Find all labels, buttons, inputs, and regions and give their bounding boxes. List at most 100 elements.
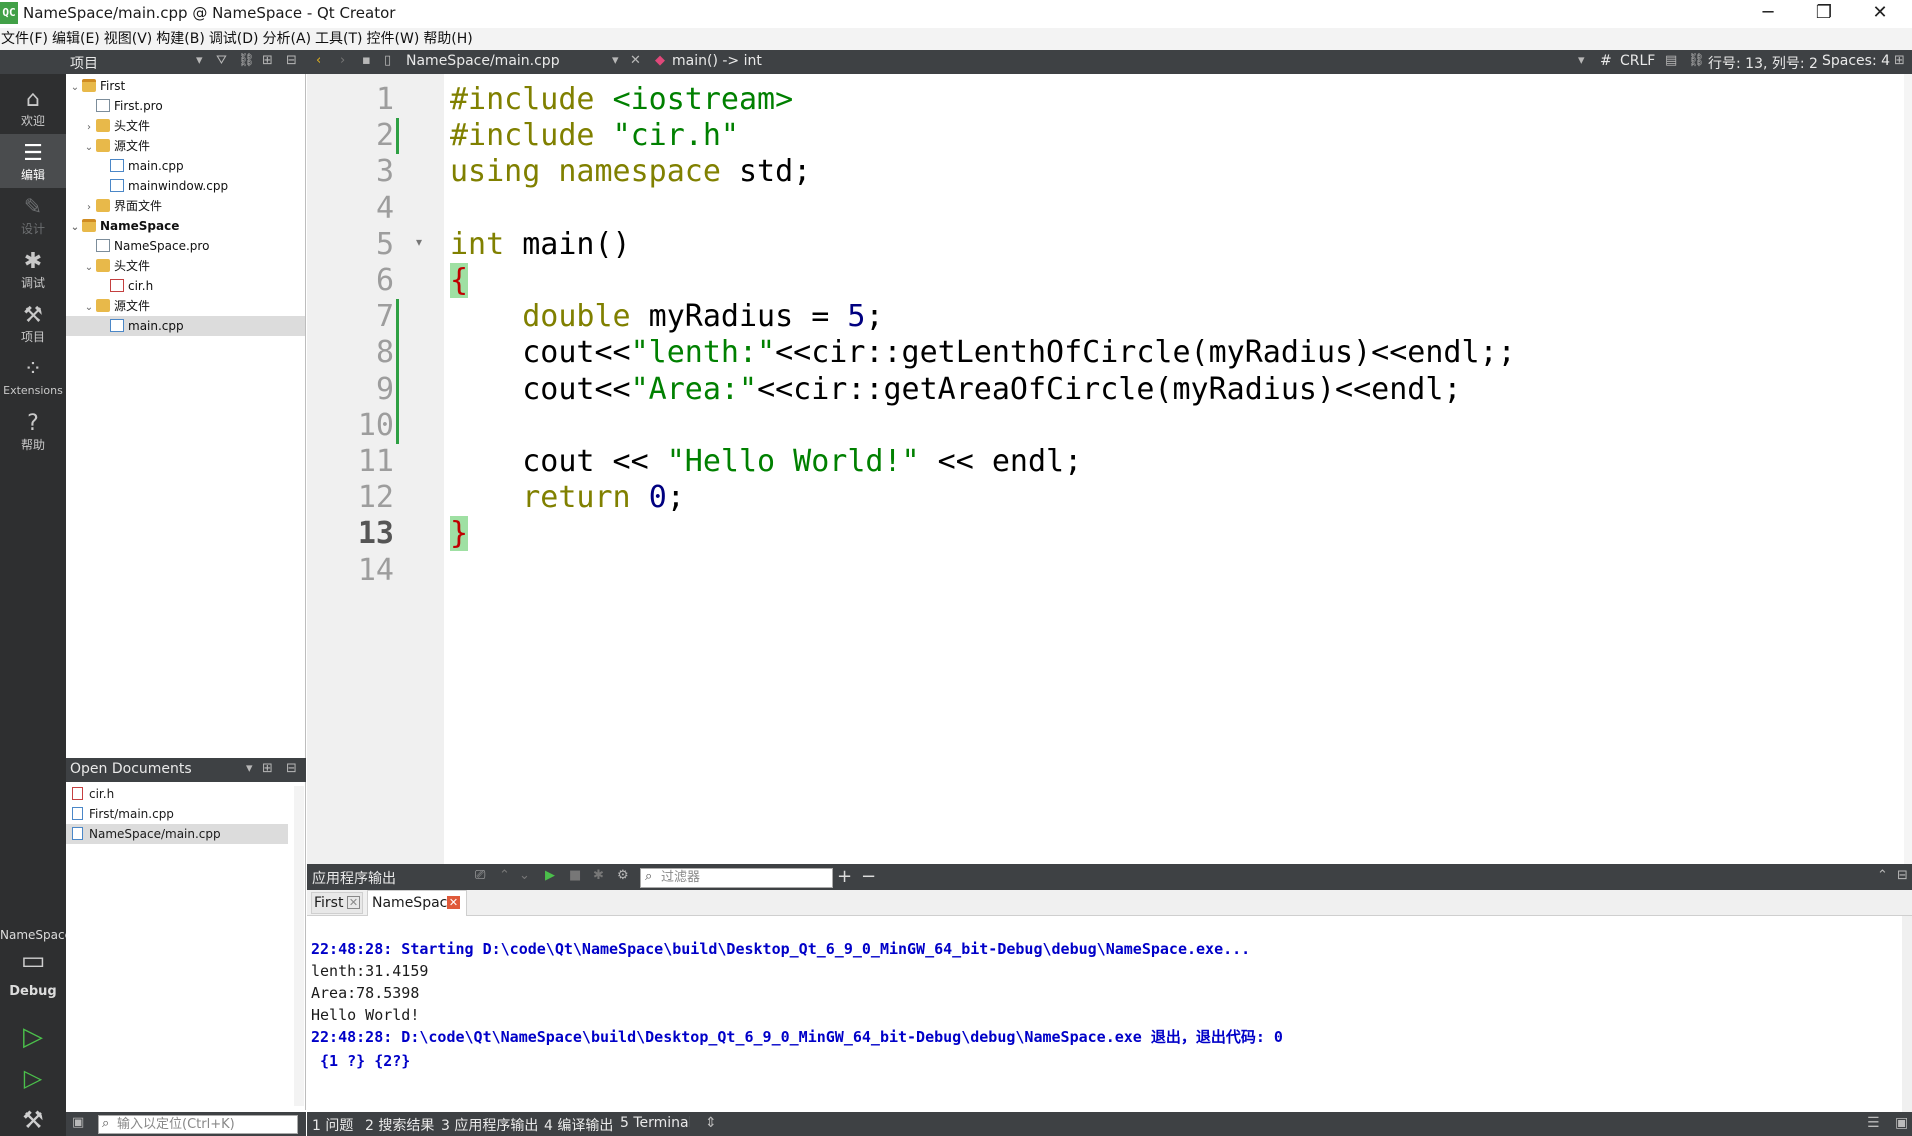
statusbar-issues[interactable]: 1 问题 <box>312 1115 353 1135</box>
next-item-icon[interactable]: ⌄ <box>519 868 530 883</box>
menu-debug[interactable]: 调试(D) <box>208 28 262 50</box>
progress-toggle-icon[interactable]: ☰ <box>1867 1115 1880 1131</box>
mode-extensions[interactable]: ⁘ Extensions <box>0 350 66 404</box>
minimize-button[interactable]: ─ <box>1740 0 1796 28</box>
indent-setting[interactable]: Spaces: 4 <box>1822 53 1890 69</box>
menu-analyze[interactable]: 分析(A) <box>262 28 315 50</box>
clear-output-icon[interactable]: ⎚ <box>475 868 485 883</box>
close-tab-icon[interactable]: ✕ <box>347 896 360 909</box>
mode-welcome[interactable]: ⌂ 欢迎 <box>0 80 66 134</box>
encoding-hash[interactable]: # <box>1600 53 1612 69</box>
mode-help[interactable]: ? 帮助 <box>0 404 66 458</box>
rerun-icon[interactable]: ▶ <box>545 868 555 883</box>
chevron-down-icon[interactable]: ⌄ <box>70 218 80 238</box>
editor-scrollbar[interactable] <box>1904 74 1912 864</box>
chevron-right-icon[interactable]: › <box>84 118 94 138</box>
line-ending-selector[interactable]: CRLF <box>1620 53 1655 69</box>
zoom-out-icon[interactable]: − <box>861 866 876 887</box>
close-tab-icon[interactable]: ✕ <box>447 896 460 909</box>
tree-item[interactable]: NameSpace.pro <box>66 236 305 256</box>
menu-edit[interactable]: 编辑(E) <box>51 28 103 50</box>
split-editor-icon[interactable]: ⊞ <box>1894 53 1905 68</box>
locator-input[interactable]: 输入以定位(Ctrl+K) <box>98 1115 298 1134</box>
chevron-down-icon[interactable]: ▾ <box>246 761 253 776</box>
chevron-down-icon[interactable]: ⌄ <box>84 258 94 278</box>
statusbar-search-results[interactable]: 2 搜索结果 <box>365 1115 435 1135</box>
menu-file[interactable]: 文件(F) <box>0 28 51 50</box>
mode-design[interactable]: ✎ 设计 <box>0 188 66 242</box>
code-line[interactable]: using namespace std; <box>450 154 811 190</box>
menu-widgets[interactable]: 控件(W) <box>366 28 423 50</box>
project-pane-selector[interactable]: 项目 <box>70 53 98 73</box>
chevron-down-icon[interactable]: ⌄ <box>84 138 94 158</box>
chevron-right-icon[interactable]: › <box>84 198 94 218</box>
split-icon[interactable]: ⊞ <box>262 53 273 68</box>
output-tab-namespace[interactable]: NameSpace ✕ <box>367 890 467 916</box>
open-documents-scrollbar[interactable] <box>294 786 304 1106</box>
document-icon[interactable]: ▤ <box>1665 53 1677 68</box>
tree-item[interactable]: main.cpp <box>66 316 305 336</box>
settings-gear-icon[interactable]: ⚙ <box>617 868 629 883</box>
chevron-down-icon[interactable]: ▾ <box>612 53 619 68</box>
tree-item[interactable]: First.pro <box>66 96 305 116</box>
tree-item[interactable]: cir.h <box>66 276 305 296</box>
back-arrow-icon[interactable]: ‹ <box>316 53 321 68</box>
tree-item[interactable]: ⌄ 源文件 <box>66 136 305 156</box>
previous-item-icon[interactable]: ⌃ <box>499 868 510 883</box>
output-filter-input[interactable]: 过滤器 <box>640 868 833 888</box>
sidebar-right-toggle-icon[interactable]: ▣ <box>1895 1115 1908 1131</box>
code-line[interactable]: cout<<"lenth:"<<cir::getLenthOfCircle(my… <box>450 335 1515 371</box>
filter-icon[interactable]: ⛛ <box>216 53 227 68</box>
attach-debugger-icon[interactable]: ✱ <box>593 868 604 883</box>
menu-view[interactable]: 视图(V) <box>103 28 156 50</box>
code-editor[interactable]: #include <iostream> #include "cir.h" using… <box>444 74 1904 864</box>
statusbar-terminal[interactable]: 5 Terminal <box>620 1115 690 1131</box>
code-line[interactable]: #include <iostream> <box>450 82 793 118</box>
code-line[interactable]: return 0; <box>450 480 685 516</box>
tree-item[interactable]: mainwindow.cpp <box>66 176 305 196</box>
file-combo[interactable]: NameSpace/main.cpp <box>406 53 560 69</box>
code-line[interactable]: #include "cir.h" <box>450 118 739 154</box>
sidebar-toggle-icon[interactable]: ▣ <box>72 1115 84 1130</box>
debug-run-icon[interactable]: ▷ <box>0 1064 66 1092</box>
symbol-combo[interactable]: main() -> int <box>672 53 762 69</box>
chain-icon[interactable]: ⛓ <box>1688 53 1705 68</box>
close-pane-icon[interactable]: ⊟ <box>286 761 297 776</box>
code-line[interactable]: { <box>450 263 469 299</box>
open-document-item[interactable]: First/main.cpp <box>66 804 288 824</box>
close-button[interactable]: ✕ <box>1852 0 1908 28</box>
close-output-pane-icon[interactable]: ⊟ <box>1897 868 1908 883</box>
application-output[interactable]: 22:48:28: Starting D:\code\Qt\NameSpace\… <box>307 916 1902 1112</box>
restore-button[interactable]: ❐ <box>1796 0 1852 28</box>
build-hammer-icon[interactable]: ⚒ <box>0 1106 66 1134</box>
statusbar-compile-output[interactable]: 4 编译输出 <box>544 1115 614 1135</box>
stop-icon[interactable]: ■ <box>569 868 581 883</box>
chevron-down-icon[interactable]: ⌄ <box>84 298 94 318</box>
chevron-down-icon[interactable]: ⌄ <box>70 78 80 98</box>
mode-edit[interactable]: ☰ 编辑 <box>0 134 66 188</box>
code-line[interactable]: int main() <box>450 227 631 263</box>
tree-item[interactable]: ⌄ First <box>66 76 305 96</box>
close-pane-icon[interactable]: ⊟ <box>286 53 297 68</box>
chevron-down-icon[interactable]: ▾ <box>1578 53 1585 68</box>
statusbar-application-output[interactable]: 3 应用程序输出 <box>441 1115 541 1135</box>
monitor-icon[interactable]: ▭ <box>0 946 66 976</box>
run-icon[interactable]: ▷ <box>0 1022 66 1052</box>
mode-projects[interactable]: ⚒ 项目 <box>0 296 66 350</box>
forward-arrow-icon[interactable]: › <box>340 53 345 68</box>
open-document-item[interactable]: cir.h <box>66 784 288 804</box>
open-documents-title[interactable]: Open Documents <box>70 761 192 777</box>
link-icon[interactable]: ⛓ <box>238 53 255 68</box>
tree-item[interactable]: main.cpp <box>66 156 305 176</box>
maximize-pane-icon[interactable]: ⌃ <box>1877 868 1888 883</box>
cursor-position[interactable]: 行号: 13, 列号: 2 <box>1708 53 1818 73</box>
kit-build-config[interactable]: Debug <box>0 984 66 999</box>
code-line[interactable]: } <box>450 516 469 552</box>
expand-panes-icon[interactable]: ⇕ <box>705 1115 717 1131</box>
tree-item[interactable]: ⌄ 源文件 <box>66 296 305 316</box>
output-tab-first[interactable]: First ✕ <box>311 892 363 914</box>
chevron-down-icon[interactable]: ▾ <box>196 53 203 68</box>
tree-item[interactable]: › 界面文件 <box>66 196 305 216</box>
fold-marker-icon[interactable]: ▾ <box>416 235 422 249</box>
zoom-in-icon[interactable]: + <box>837 866 852 887</box>
